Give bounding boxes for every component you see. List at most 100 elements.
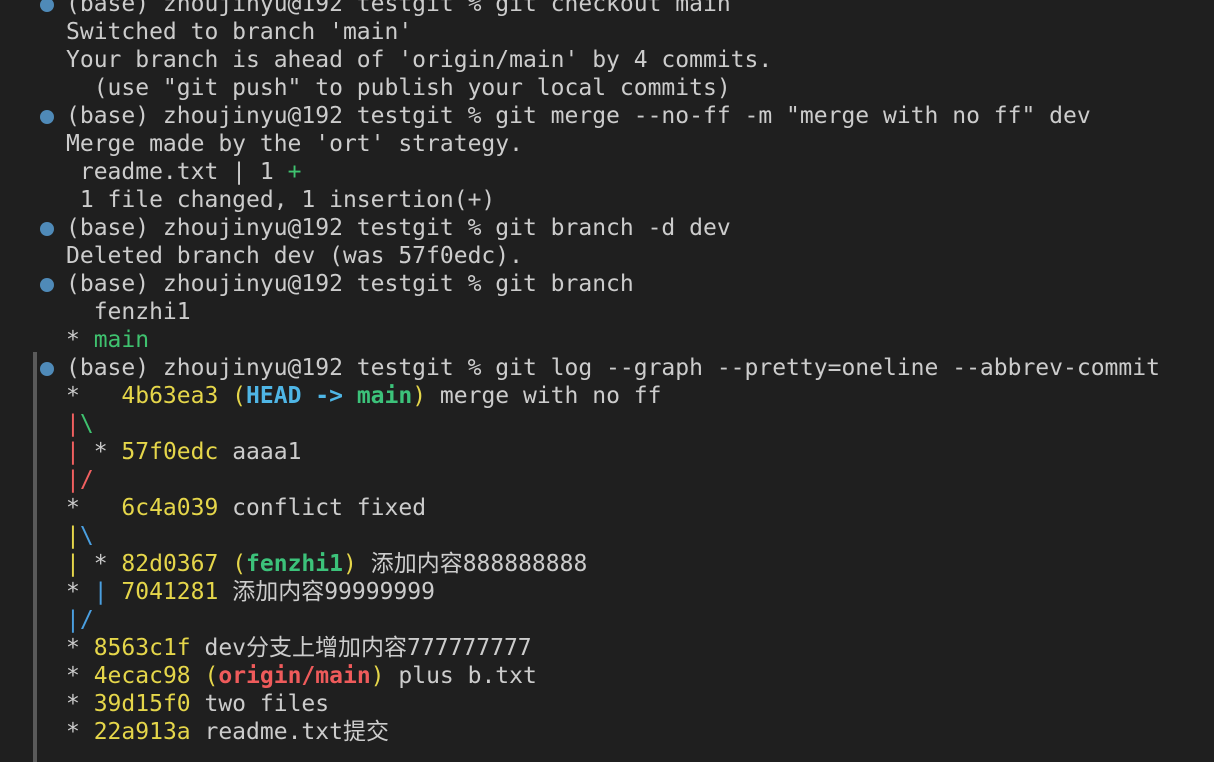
branch-ref: fenzhi1 — [246, 551, 343, 577]
commit-hash: 22a913a — [93, 719, 191, 745]
terminal-output[interactable]: (base) zhoujinyu@192 testgit % git check… — [0, 0, 1214, 746]
prompt-text: (base) zhoujinyu@192 testgit % — [66, 0, 496, 17]
command-text: git branch -d dev — [495, 215, 731, 241]
ref-paren: ) — [370, 663, 385, 689]
graph-line: \ — [79, 411, 94, 437]
graph-node: * — [93, 439, 122, 465]
branch-name: fenzhi1 — [66, 299, 191, 325]
graph-node: * — [66, 691, 94, 717]
log-graph-row: |/ — [0, 606, 1214, 634]
commit-message: merge with no ff — [426, 383, 662, 409]
prompt-line-checkout: (base) zhoujinyu@192 testgit % git check… — [0, 0, 1214, 18]
log-graph-row: |/ — [0, 466, 1214, 494]
ref-paren: ( — [218, 551, 247, 577]
output-text: Switched to branch 'main' — [66, 19, 413, 45]
commit-message: readme.txt提交 — [190, 719, 389, 745]
current-branch-name: main — [93, 327, 150, 353]
graph-node: * — [66, 635, 94, 661]
commit-hash: 82d0367 — [121, 551, 219, 577]
log-commit-row: | * 82d0367 (fenzhi1) 添加内容888888888 — [0, 550, 1214, 578]
command-decoration-bar — [33, 352, 37, 762]
log-commit-row: * 22a913a readme.txt提交 — [0, 718, 1214, 746]
output-text: Your branch is ahead of 'origin/main' by… — [66, 47, 773, 73]
log-graph-row: |\ — [0, 410, 1214, 438]
commit-message: 添加内容99999999 — [218, 579, 435, 605]
remote-branch-ref: origin/main — [218, 663, 371, 689]
command-status-dot-icon[interactable] — [40, 362, 54, 376]
commit-hash: 39d15f0 — [93, 691, 191, 717]
commit-message: conflict fixed — [218, 495, 427, 521]
output-line: Switched to branch 'main' — [0, 18, 1214, 46]
output-text: (use "git push" to publish your local co… — [66, 75, 731, 101]
command-status-dot-icon[interactable] — [40, 110, 54, 124]
branch-list-item: fenzhi1 — [0, 298, 1214, 326]
commit-message: plus b.txt — [384, 663, 537, 689]
log-commit-row: * 6c4a039 conflict fixed — [0, 494, 1214, 522]
ref-paren: ) — [342, 551, 357, 577]
graph-line: \ — [79, 523, 94, 549]
command-text: git checkout main — [495, 0, 731, 17]
prompt-line-log: (base) zhoujinyu@192 testgit % git log -… — [0, 354, 1214, 382]
output-text: 1 file changed, 1 insertion(+) — [66, 187, 496, 213]
branch-list-item-current: * main — [0, 326, 1214, 354]
diffstat-file: readme.txt | 1 — [66, 159, 288, 185]
log-commit-row: * 8563c1f dev分支上增加内容777777777 — [0, 634, 1214, 662]
graph-node: * — [66, 495, 122, 521]
output-text: Merge made by the 'ort' strategy. — [66, 131, 523, 157]
ref-paren: ) — [412, 383, 427, 409]
command-text: git merge --no-ff -m "merge with no ff" … — [495, 103, 1091, 129]
commit-message: two files — [190, 691, 330, 717]
commit-hash: 8563c1f — [93, 635, 191, 661]
prompt-text: (base) zhoujinyu@192 testgit % — [66, 271, 496, 297]
commit-hash: 6c4a039 — [121, 495, 219, 521]
output-line: Deleted branch dev (was 57f0edc). — [0, 242, 1214, 270]
graph-line: | — [66, 551, 94, 577]
output-line: 1 file changed, 1 insertion(+) — [0, 186, 1214, 214]
commit-hash: 57f0edc — [121, 439, 219, 465]
output-line: readme.txt | 1 + — [0, 158, 1214, 186]
log-commit-row: * 4ecac98 (origin/main) plus b.txt — [0, 662, 1214, 690]
prompt-line-branch-delete: (base) zhoujinyu@192 testgit % git branc… — [0, 214, 1214, 242]
command-text: git log --graph --pretty=oneline --abbre… — [495, 355, 1160, 381]
graph-line: | — [66, 523, 80, 549]
prompt-text: (base) zhoujinyu@192 testgit % — [66, 355, 496, 381]
graph-line: | — [66, 411, 80, 437]
prompt-text: (base) zhoujinyu@192 testgit % — [66, 103, 496, 129]
log-commit-row: * | 7041281 添加内容99999999 — [0, 578, 1214, 606]
commit-hash: 4b63ea3 — [121, 383, 219, 409]
graph-node: * — [66, 383, 122, 409]
prompt-line-merge: (base) zhoujinyu@192 testgit % git merge… — [0, 102, 1214, 130]
prompt-text: (base) zhoujinyu@192 testgit % — [66, 215, 496, 241]
commit-message: dev分支上增加内容777777777 — [190, 635, 532, 661]
commit-hash: 7041281 — [121, 579, 219, 605]
graph-line: | — [66, 439, 94, 465]
diffstat-plus: + — [287, 159, 302, 185]
output-line: (use "git push" to publish your local co… — [0, 74, 1214, 102]
commit-message: aaaa1 — [218, 439, 302, 465]
graph-line: | — [93, 579, 122, 605]
command-status-dot-icon[interactable] — [40, 0, 54, 12]
log-commit-row: | * 57f0edc aaaa1 — [0, 438, 1214, 466]
ref-paren: ( — [218, 383, 247, 409]
commit-message: 添加内容888888888 — [356, 551, 588, 577]
graph-line: |/ — [66, 607, 94, 633]
log-commit-row: * 4b63ea3 (HEAD -> main) merge with no f… — [0, 382, 1214, 410]
graph-line: / — [79, 467, 94, 493]
graph-node: * — [66, 719, 94, 745]
commit-hash: 4ecac98 — [93, 663, 191, 689]
head-ref: HEAD -> — [246, 383, 357, 409]
graph-node: * — [93, 551, 122, 577]
output-text: Deleted branch dev (was 57f0edc). — [66, 243, 523, 269]
current-branch-marker: * — [66, 327, 94, 353]
output-line: Your branch is ahead of 'origin/main' by… — [0, 46, 1214, 74]
command-text: git branch — [495, 271, 634, 297]
graph-node: * — [66, 663, 94, 689]
command-status-dot-icon[interactable] — [40, 222, 54, 236]
log-commit-row: * 39d15f0 two files — [0, 690, 1214, 718]
graph-node: * — [66, 579, 94, 605]
prompt-line-branch: (base) zhoujinyu@192 testgit % git branc… — [0, 270, 1214, 298]
graph-line: | — [66, 467, 80, 493]
ref-paren: ( — [190, 663, 219, 689]
command-status-dot-icon[interactable] — [40, 278, 54, 292]
log-graph-row: |\ — [0, 522, 1214, 550]
